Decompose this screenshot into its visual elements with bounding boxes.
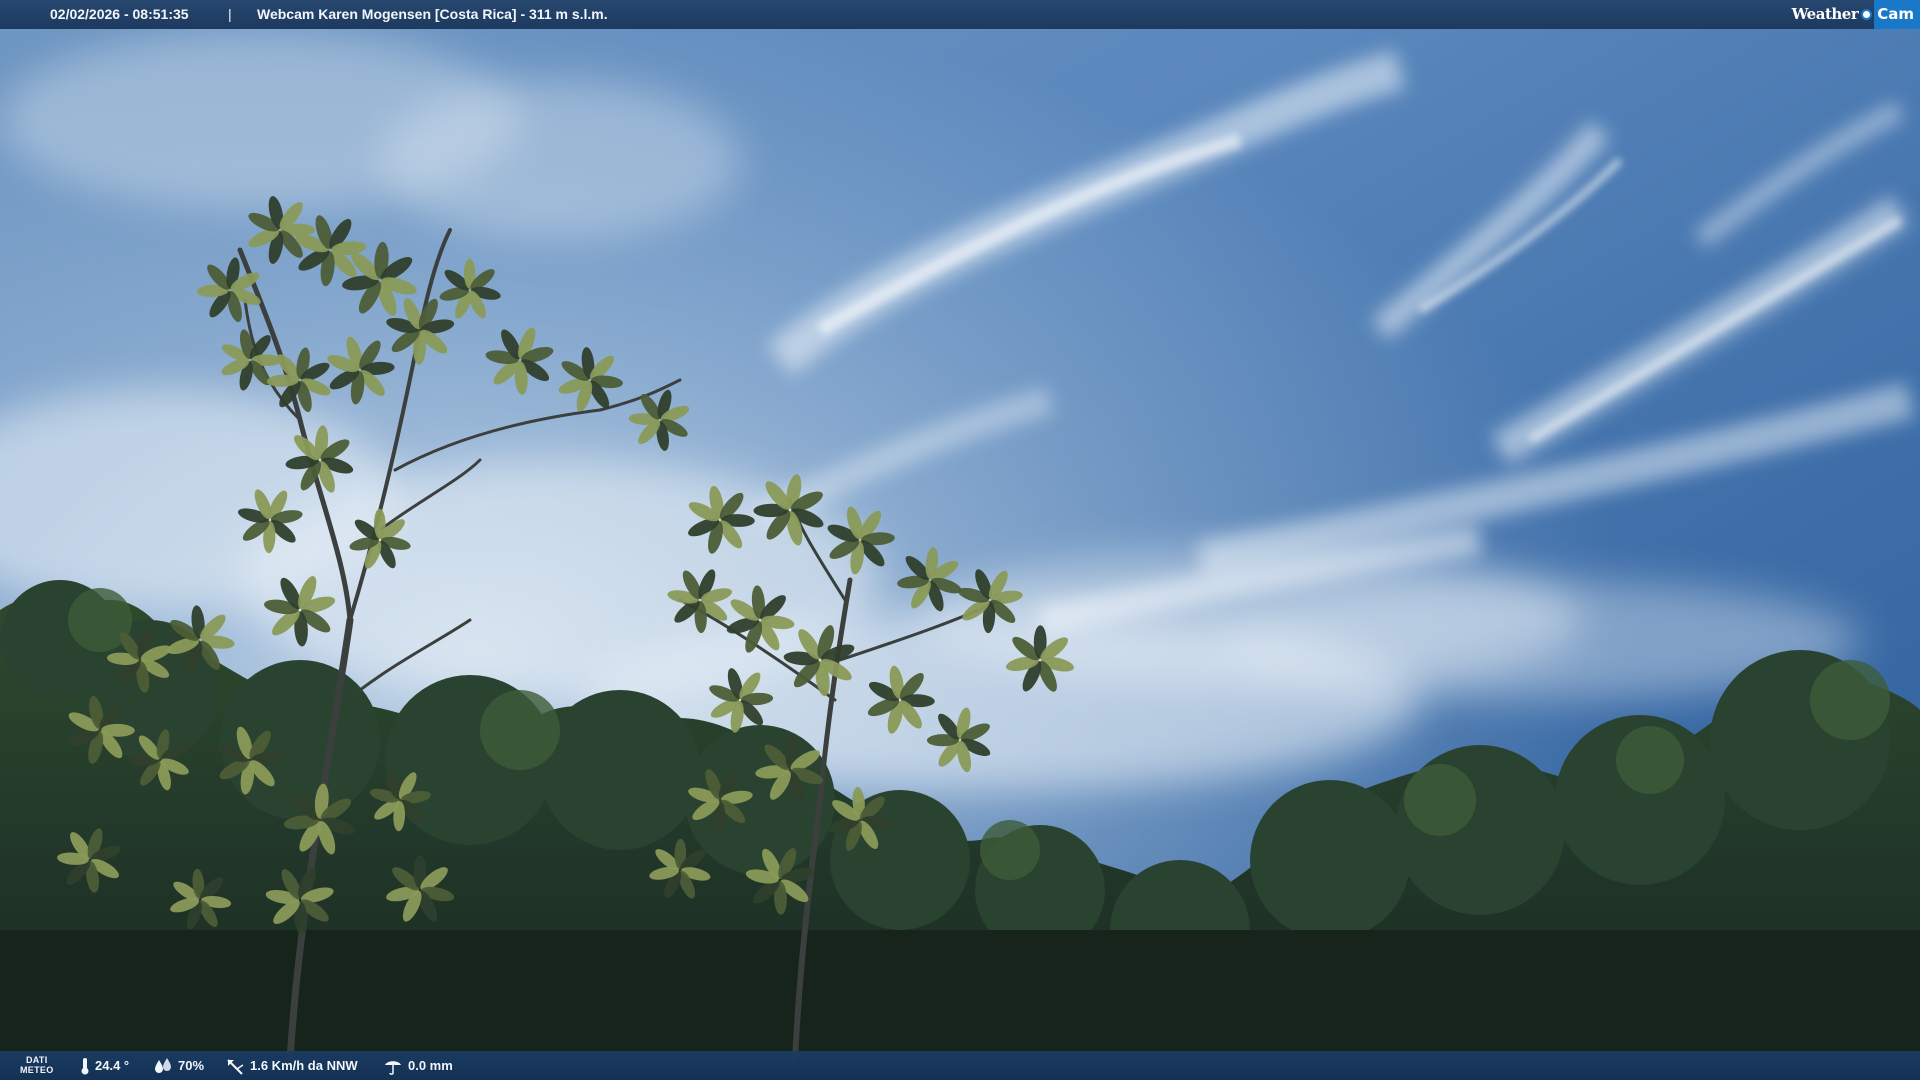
logo-dot-icon	[1861, 9, 1873, 20]
weathercam-logo[interactable]: Weather Cam	[1792, 0, 1920, 29]
wind-reading: 1.6 Km/h da NNW	[225, 1051, 358, 1080]
webcam-image	[0, 0, 1920, 1080]
logo-weather-text: Weather	[1791, 5, 1859, 23]
thermometer-icon	[81, 1057, 89, 1074]
wind-vane-icon	[227, 1058, 244, 1075]
humidity-reading: 70%	[153, 1051, 204, 1080]
meteo-label-line1: DATI	[25, 1055, 48, 1065]
rain-value: 0.0 mm	[408, 1058, 453, 1073]
capture-datetime: 02/02/2026 - 08:51:35	[50, 6, 189, 22]
header-separator: |	[228, 6, 232, 22]
temperature-reading: 24.4 °	[80, 1051, 129, 1080]
weather-data-bar: DATI METEO 24.4 ° 70% 1.6 Km/h da NNW 0.…	[0, 1051, 1920, 1080]
temperature-value: 24.4 °	[95, 1058, 130, 1073]
webcam-title: Webcam Karen Mogensen [Costa Rica] - 311…	[257, 6, 608, 22]
logo-cam-text: Cam	[1874, 0, 1920, 29]
wind-value: 1.6 Km/h da NNW	[250, 1058, 358, 1073]
rain-reading: 0.0 mm	[383, 1051, 453, 1080]
top-info-bar: 02/02/2026 - 08:51:35 | Webcam Karen Mog…	[0, 0, 1920, 29]
webcam-viewer: 02/02/2026 - 08:51:35 | Webcam Karen Mog…	[0, 0, 1920, 1080]
humidity-value: 70%	[178, 1058, 205, 1073]
rain-gauge-icon	[385, 1060, 401, 1075]
meteo-label-line2: METEO	[20, 1065, 54, 1075]
drops-icon	[155, 1057, 171, 1073]
meteo-label: DATI METEO	[20, 1055, 54, 1075]
